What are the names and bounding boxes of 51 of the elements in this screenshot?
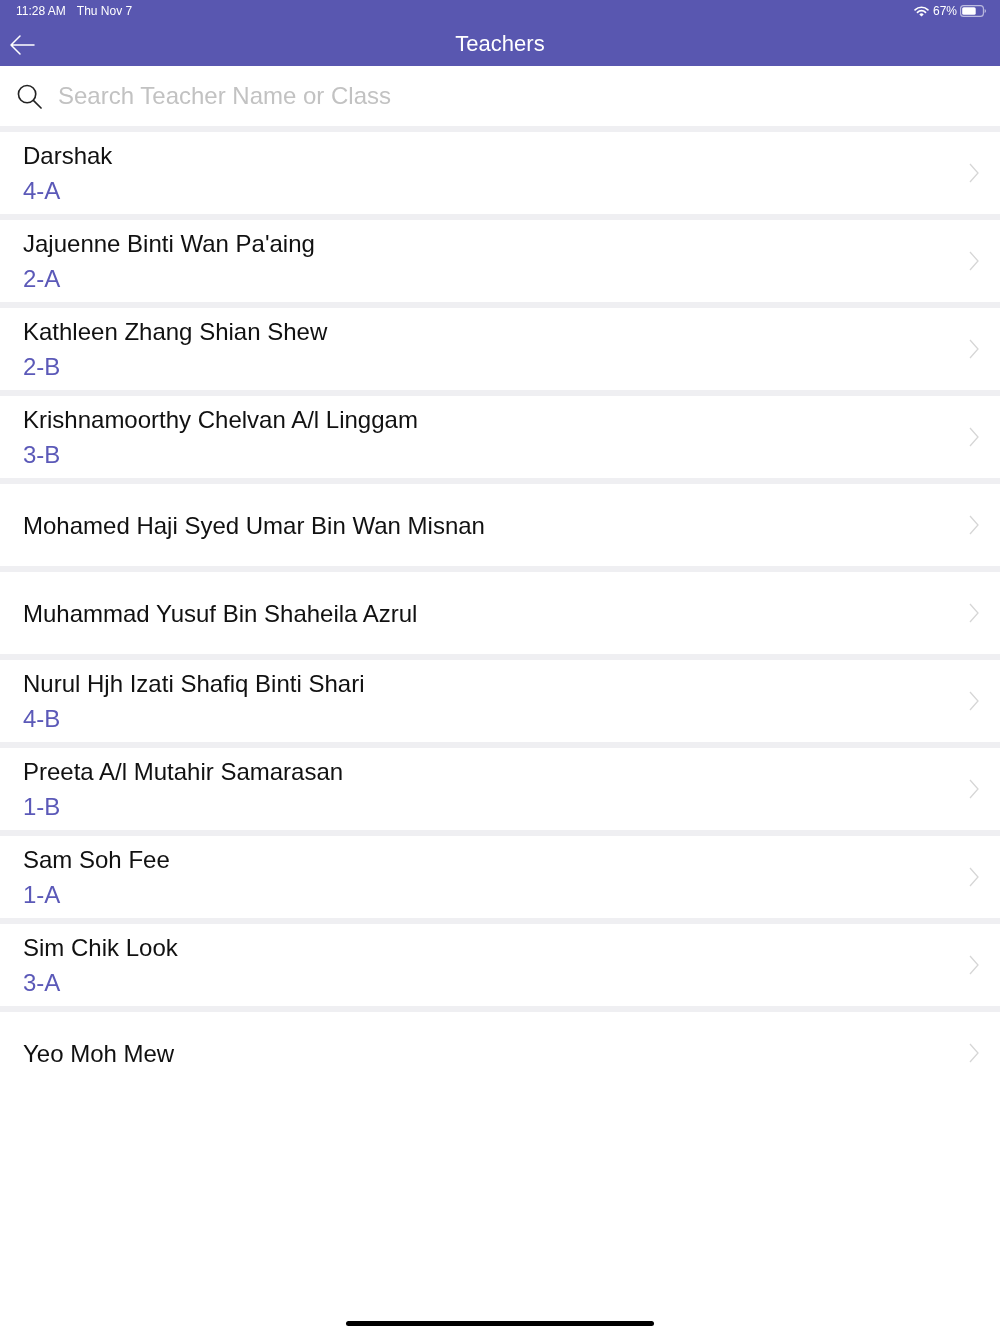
teacher-name: Yeo Moh Mew [23, 1038, 175, 1069]
teacher-name: Jajuenne Binti Wan Pa'aing [23, 229, 315, 259]
chevron-right-icon [969, 691, 979, 711]
class-label: 4-B [23, 704, 61, 734]
teacher-name: Kathleen Zhang Shian Shew [23, 317, 328, 347]
class-label: 4-A [23, 176, 61, 206]
chevron-right-icon [969, 955, 979, 975]
class-label: 3-A [23, 968, 61, 998]
status-date: Thu Nov 7 [76, 4, 133, 18]
teacher-list-item[interactable]: Muhammad Yusuf Bin Shaheila Azrul [0, 572, 1000, 654]
chevron-right-icon [969, 339, 979, 359]
teacher-name: Muhammad Yusuf Bin Shaheila Azrul [23, 598, 418, 629]
back-button[interactable] [8, 34, 36, 56]
teacher-name: Mohamed Haji Syed Umar Bin Wan Misnan [23, 510, 485, 541]
status-time: 11:28 AM [16, 4, 66, 18]
teacher-list-item[interactable]: Kathleen Zhang Shian Shew 2-B [0, 308, 1000, 390]
teacher-list-item[interactable]: Darshak 4-A [0, 132, 1000, 214]
teacher-list-item[interactable]: Sim Chik Look 3-A [0, 924, 1000, 1006]
back-arrow-icon [9, 35, 35, 55]
teacher-name: Krishnamoorthy Chelvan A/l Linggam [23, 405, 418, 435]
teacher-list-item[interactable]: Nurul Hjh Izati Shafiq Binti Shari 4-B [0, 660, 1000, 742]
teacher-list-item[interactable]: Mohamed Haji Syed Umar Bin Wan Misnan [0, 484, 1000, 566]
search-field[interactable]: Search Teacher Name or Class [58, 76, 984, 116]
teacher-name: Sim Chik Look [23, 933, 178, 963]
teacher-name: Sam Soh Fee [23, 845, 170, 875]
teacher-list-item[interactable]: Krishnamoorthy Chelvan A/l Linggam 3-B [0, 396, 1000, 478]
chevron-right-icon [969, 779, 979, 799]
chevron-right-icon [969, 427, 979, 447]
chevron-right-icon [969, 867, 979, 887]
battery-percent: 67% [932, 4, 957, 18]
battery-icon [960, 5, 986, 17]
chevron-right-icon [969, 515, 979, 535]
class-label: 1-A [23, 880, 61, 910]
teacher-list-item[interactable]: Preeta A/l Mutahir Samarasan 1-B [0, 748, 1000, 830]
wifi-icon [913, 5, 929, 17]
class-label: 2-A [23, 264, 61, 294]
nav-title: Teachers [455, 31, 545, 57]
search-icon [17, 83, 42, 109]
chevron-right-icon [969, 251, 979, 271]
teacher-list-item[interactable]: Yeo Moh Mew [0, 1012, 1000, 1094]
teacher-name: Nurul Hjh Izati Shafiq Binti Shari [23, 669, 365, 699]
class-label: 2-B [23, 352, 61, 382]
teacher-name: Preeta A/l Mutahir Samarasan [23, 757, 344, 787]
teacher-list-item[interactable]: Sam Soh Fee 1-A [0, 836, 1000, 918]
class-label: 1-B [23, 792, 61, 822]
chevron-right-icon [969, 1043, 979, 1063]
class-label: 3-B [23, 440, 61, 470]
teacher-list-item[interactable]: Jajuenne Binti Wan Pa'aing 2-A [0, 220, 1000, 302]
chevron-right-icon [969, 603, 979, 623]
teacher-name: Darshak [23, 141, 113, 171]
chevron-right-icon [969, 163, 979, 183]
